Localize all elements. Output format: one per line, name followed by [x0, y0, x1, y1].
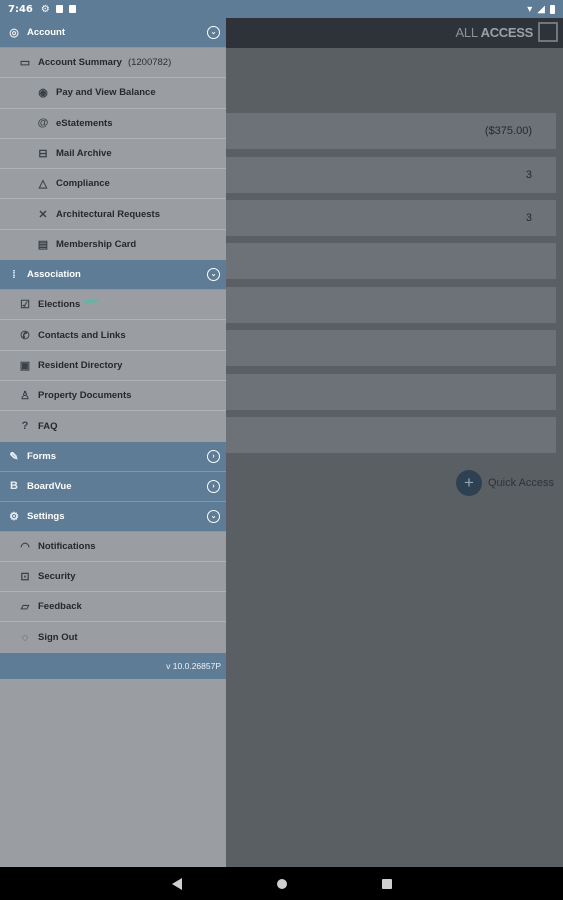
quick-access-label: Quick Access	[488, 477, 555, 489]
drawer-item-label: Membership Card	[56, 239, 137, 251]
drawer-item-architectural-requests[interactable]: ✕ Architectural Requests	[0, 199, 226, 230]
chevron-down-icon[interactable]: ⌄	[207, 26, 220, 39]
drawer-item-sign-out[interactable]: ◌ Sign Out	[0, 622, 226, 652]
chat-bubbles-icon: ▱	[20, 601, 30, 614]
system-nav-bar	[0, 867, 563, 900]
section-association[interactable]: ⁞ Association ⌄	[0, 260, 226, 291]
battery-icon	[550, 4, 555, 14]
section-association-label: Association	[27, 269, 81, 281]
wifi-icon: ▾	[527, 3, 533, 15]
home-icon[interactable]	[276, 878, 287, 889]
quick-access-button[interactable]: + Quick Access	[456, 470, 554, 496]
section-forms[interactable]: ✎ Forms ›	[0, 441, 226, 472]
chevron-right-icon[interactable]: ›	[207, 449, 220, 463]
drawer-item-notifications[interactable]: ◠ Notifications	[0, 532, 226, 562]
plus-icon: +	[456, 470, 482, 496]
section-boardvue-label: BoardVue	[27, 480, 72, 492]
power-icon: ◌	[21, 631, 29, 644]
people-icon: ♙	[20, 390, 30, 403]
recents-icon[interactable]	[381, 878, 392, 889]
eye-icon: ◉	[38, 87, 48, 100]
summary-row[interactable]	[226, 374, 556, 410]
summary-row[interactable]: 3	[226, 200, 556, 236]
section-account[interactable]: ◎ Account ⌄	[0, 18, 226, 48]
id-card-icon: ▭	[19, 57, 31, 70]
drawer-item-label: Contacts and Links	[38, 329, 126, 341]
drawer-item-faq[interactable]: ? FAQ	[0, 411, 226, 441]
warning-triangle-icon: △	[38, 178, 48, 191]
sim-icon	[68, 5, 76, 13]
elections-active-badge: active	[84, 298, 100, 305]
drawer-item-estatements[interactable]: @ eStatements	[0, 109, 226, 139]
drawer-item-label: Elections	[38, 299, 81, 311]
drawer-item-label: eStatements	[56, 117, 113, 129]
status-time: 7:46	[8, 3, 33, 15]
signal-icon: ◢	[537, 3, 545, 15]
drawer-item-pay-balance[interactable]: ◉ Pay and View Balance	[0, 78, 226, 109]
drawer-item-label: Security	[38, 571, 76, 582]
drawer-item-account-summary[interactable]: ▭ Account Summary (1200782)	[0, 48, 226, 79]
gear-icon: ⚙	[9, 510, 19, 523]
drawer-item-feedback[interactable]: ▱ Feedback	[0, 592, 226, 623]
drawer-item-elections[interactable]: ☑ Elections active	[0, 290, 226, 321]
summary-row[interactable]	[226, 417, 556, 453]
section-settings[interactable]: ⚙ Settings ⌄	[0, 501, 226, 532]
summary-row[interactable]	[226, 330, 556, 366]
section-boardvue[interactable]: B BoardVue ›	[0, 471, 226, 502]
brand-logo: ALL ACCESS	[455, 25, 534, 40]
section-forms-label: Forms	[27, 450, 57, 462]
drawer-item-contacts-links[interactable]: ✆ Contacts and Links	[0, 320, 226, 351]
back-icon[interactable]	[171, 877, 182, 890]
summary-row-balance[interactable]: ($375.00)	[226, 113, 556, 149]
question-icon: ?	[21, 420, 29, 433]
summary-row[interactable]	[226, 243, 556, 279]
mailbox-icon: ⊟	[38, 148, 48, 161]
phone-icon: ✆	[20, 329, 30, 342]
chevron-down-icon[interactable]: ⌄	[207, 509, 220, 523]
drawer-item-security[interactable]: ⊡ Security	[0, 562, 226, 593]
drawer-item-label: Feedback	[38, 601, 82, 613]
drawer-item-label: Architectural Requests	[56, 208, 161, 220]
drawer-item-mail-archive[interactable]: ⊟ Mail Archive	[0, 139, 226, 170]
drawer-item-label: Resident Directory	[38, 359, 123, 371]
directory-icon: ▣	[19, 359, 31, 372]
drawer-item-label: Mail Archive	[56, 148, 112, 160]
drawer-item-compliance[interactable]: △ Compliance	[0, 169, 226, 200]
chevron-right-icon[interactable]: ›	[207, 479, 220, 493]
drawer-item-label: FAQ	[38, 420, 58, 432]
notification-icon	[55, 5, 63, 13]
summary-row[interactable]: 3	[226, 157, 556, 193]
drawer-item-label: Notifications	[38, 540, 96, 552]
checkbox-icon: ☑	[20, 299, 30, 312]
bell-icon: ◠	[20, 540, 30, 553]
account-icon: ◎	[9, 27, 19, 39]
settings-notification-icon: ⚙	[40, 3, 50, 15]
drawer-item-label: Pay and View Balance	[56, 87, 156, 99]
drawer-item-label: Sign Out	[38, 632, 78, 644]
brand-logo-icon	[538, 22, 558, 42]
building-icon: ⁞	[12, 268, 16, 281]
at-sign-icon: @	[37, 117, 49, 130]
app-version: v 10.0.26857P	[0, 652, 226, 679]
pencil-icon: ✎	[9, 450, 19, 463]
navigation-drawer: ◎ Account ⌄ ▭ Account Summary (1200782) …	[0, 18, 226, 867]
drawer-item-label: Compliance	[56, 178, 110, 190]
drawer-item-membership-card[interactable]: ▤ Membership Card	[0, 230, 226, 260]
drawer-item-property-documents[interactable]: ♙ Property Documents	[0, 381, 226, 412]
drawer-item-resident-directory[interactable]: ▣ Resident Directory	[0, 351, 226, 381]
drawer-item-label: Property Documents	[38, 390, 132, 402]
chevron-down-icon[interactable]: ⌄	[207, 268, 220, 282]
card-icon: ▤	[37, 239, 49, 252]
boardvue-icon: B	[10, 480, 18, 493]
tools-icon: ✕	[38, 208, 48, 221]
summary-row[interactable]	[226, 287, 556, 323]
account-number: (1200782)	[127, 57, 172, 69]
section-settings-label: Settings	[27, 510, 65, 522]
status-bar: 7:46 ⚙ ▾ ◢	[0, 0, 563, 18]
section-account-label: Account	[27, 27, 65, 38]
account-summary-label: Account Summary	[38, 57, 122, 69]
lock-icon: ⊡	[20, 571, 30, 583]
